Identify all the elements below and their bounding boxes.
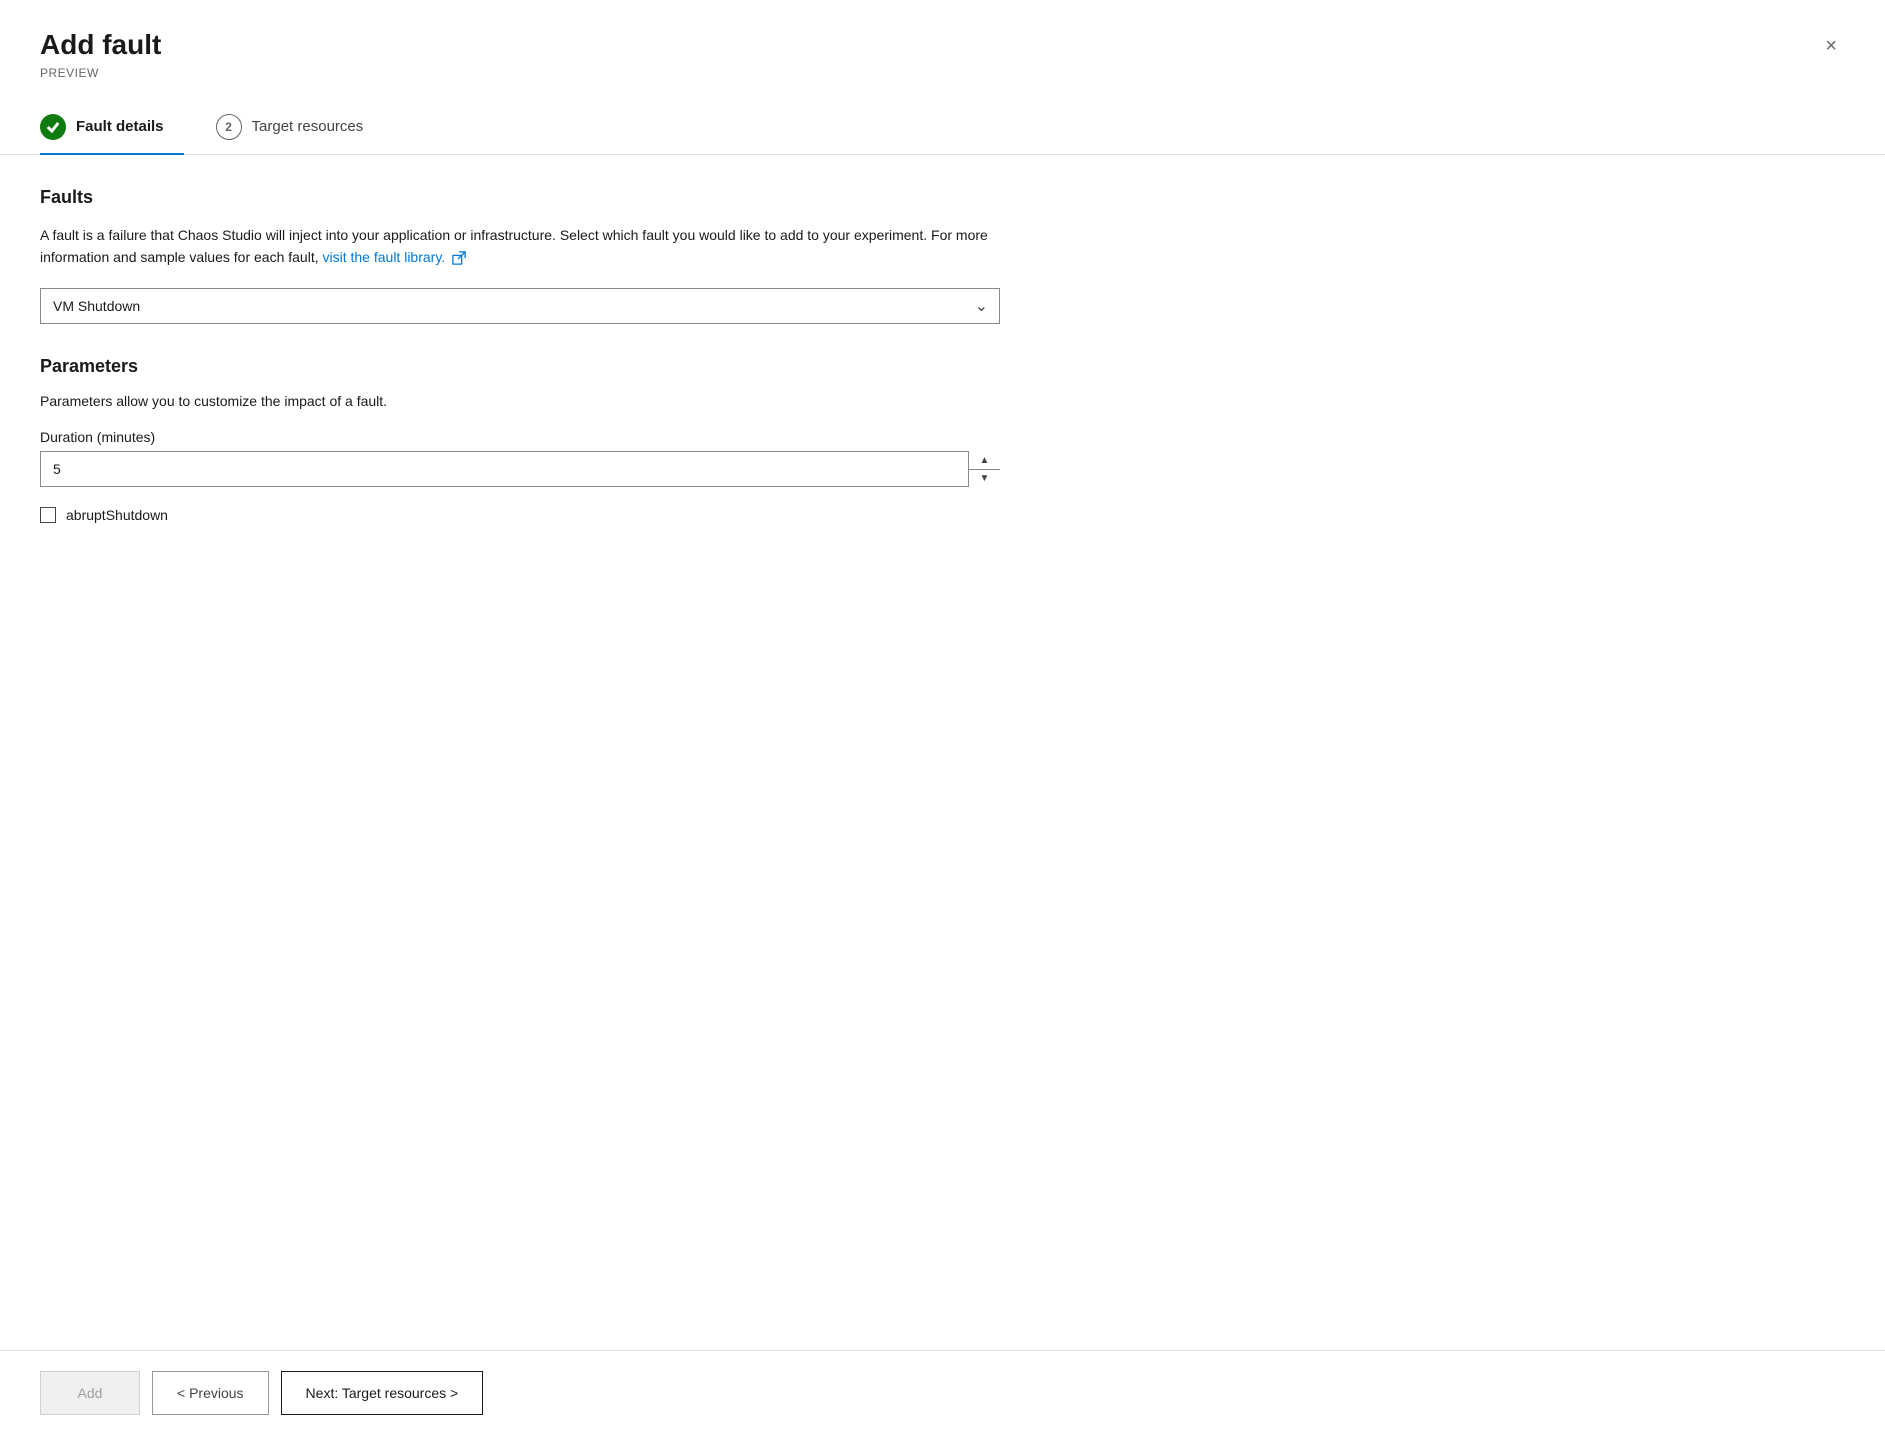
tab-target-resources[interactable]: 2 Target resources [216, 104, 384, 154]
step-1-icon [40, 114, 66, 140]
external-link-icon [452, 251, 466, 265]
step-2-icon: 2 [216, 114, 242, 140]
duration-input[interactable] [40, 451, 1000, 487]
fault-library-link[interactable]: visit the fault library. [323, 249, 467, 265]
next-button[interactable]: Next: Target resources > [281, 1371, 484, 1415]
spinner-up-button[interactable]: ▲ [969, 451, 1000, 470]
dialog-header: Add fault PREVIEW × [0, 0, 1885, 80]
parameters-section: Parameters Parameters allow you to custo… [40, 356, 1845, 523]
spinner-down-button[interactable]: ▼ [969, 470, 1000, 488]
tab-fault-details-label: Fault details [76, 118, 164, 135]
tabs: Fault details 2 Target resources [40, 104, 1845, 154]
faults-description: A fault is a failure that Chaos Studio w… [40, 224, 1000, 269]
title-group: Add fault PREVIEW [40, 28, 161, 80]
add-fault-dialog: Add fault PREVIEW × Fault details 2 Targ… [0, 0, 1885, 1435]
duration-input-container: ▲ ▼ [40, 451, 1000, 487]
faults-section: Faults A fault is a failure that Chaos S… [40, 187, 1845, 325]
add-button[interactable]: Add [40, 1371, 140, 1415]
duration-field-group: Duration (minutes) ▲ ▼ [40, 429, 1845, 487]
tab-fault-details[interactable]: Fault details [40, 104, 184, 154]
dialog-footer: Add < Previous Next: Target resources > [0, 1350, 1885, 1435]
fault-select[interactable]: VM Shutdown CPU Pressure Memory Pressure… [40, 288, 1000, 324]
duration-label: Duration (minutes) [40, 429, 1845, 445]
parameters-section-title: Parameters [40, 356, 1845, 377]
previous-button[interactable]: < Previous [152, 1371, 269, 1415]
parameters-description: Parameters allow you to customize the im… [40, 393, 1845, 409]
abrupt-shutdown-checkbox[interactable] [40, 507, 56, 523]
faults-description-text1: A fault is a failure that Chaos Studio w… [40, 227, 988, 265]
faults-section-title: Faults [40, 187, 1845, 208]
main-content: Faults A fault is a failure that Chaos S… [0, 155, 1885, 1350]
close-button[interactable]: × [1817, 32, 1845, 60]
abrupt-shutdown-row: abruptShutdown [40, 507, 1845, 523]
tabs-section: Fault details 2 Target resources [0, 80, 1885, 155]
dialog-subtitle: PREVIEW [40, 66, 161, 80]
tab-target-resources-label: Target resources [252, 118, 364, 135]
dialog-title: Add fault [40, 28, 161, 62]
spinner-buttons: ▲ ▼ [968, 451, 1000, 487]
abrupt-shutdown-label: abruptShutdown [66, 507, 168, 523]
fault-select-container: VM Shutdown CPU Pressure Memory Pressure… [40, 288, 1000, 324]
